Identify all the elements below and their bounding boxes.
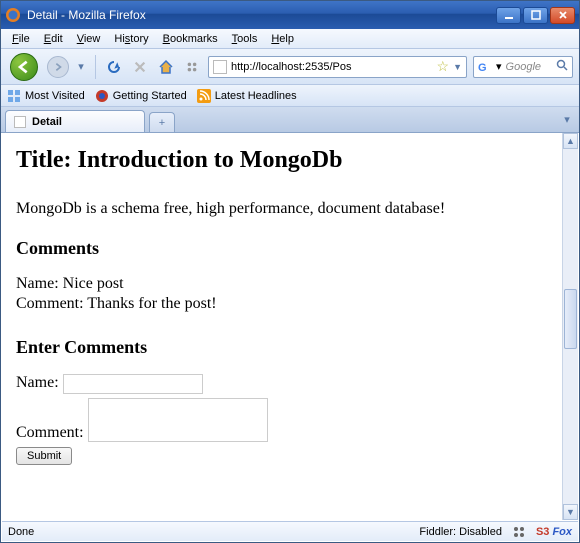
page-content: Title: Introduction to MongoDb MongoDb i…	[2, 133, 562, 520]
addon-status-icon[interactable]	[512, 525, 526, 539]
menu-help[interactable]: Help	[264, 31, 301, 47]
menu-edit[interactable]: Edit	[37, 31, 70, 47]
history-dropdown-icon[interactable]: ▾	[75, 56, 87, 78]
s3fox-fox: Fox	[552, 526, 572, 538]
google-icon: G	[478, 60, 492, 74]
status-text: Done	[8, 526, 409, 538]
fiddler-status[interactable]: Fiddler: Disabled	[419, 526, 502, 538]
comment-text-value: Thanks for the post!	[87, 295, 216, 312]
bookmark-label: Most Visited	[25, 90, 85, 102]
comment-text-row: Comment: Thanks for the post!	[16, 295, 548, 313]
comment-input[interactable]	[88, 398, 268, 442]
comments-heading: Comments	[16, 238, 548, 259]
form-comment-row: Comment:	[16, 398, 548, 442]
new-tab-button[interactable]: +	[149, 112, 175, 132]
home-button[interactable]	[156, 57, 176, 77]
toolbar-separator	[95, 55, 96, 79]
menu-file[interactable]: File	[5, 31, 37, 47]
bookmark-label: Latest Headlines	[215, 90, 297, 102]
tab-label: Detail	[32, 116, 62, 128]
menu-history[interactable]: History	[107, 31, 155, 47]
name-input[interactable]	[63, 374, 203, 394]
page-body: MongoDb is a schema free, high performan…	[16, 200, 548, 218]
search-icon[interactable]	[556, 59, 568, 74]
svg-text:G: G	[478, 62, 487, 74]
scroll-down-button[interactable]: ▼	[563, 504, 578, 520]
minimize-button[interactable]	[496, 7, 521, 24]
comment-name-value: Nice post	[63, 275, 124, 292]
navigation-toolbar: ▾ http://localhost:2535/Pos ☆ ▼ G ▾ Goog…	[1, 49, 579, 85]
bookmark-most-visited[interactable]: Most Visited	[7, 89, 85, 103]
most-visited-icon	[7, 89, 21, 103]
menu-tools[interactable]: Tools	[225, 31, 265, 47]
url-text: http://localhost:2535/Pos	[231, 61, 433, 73]
bookmark-latest-headlines[interactable]: Latest Headlines	[197, 89, 297, 103]
url-bar[interactable]: http://localhost:2535/Pos ☆ ▼	[208, 56, 467, 78]
tab-strip: Detail + ▾	[1, 107, 579, 133]
maximize-button[interactable]	[523, 7, 548, 24]
getting-started-icon	[95, 89, 109, 103]
reload-button[interactable]	[104, 57, 124, 77]
tab-active[interactable]: Detail	[5, 110, 145, 132]
page-title: Title: Introduction to MongoDb	[16, 147, 548, 174]
vertical-scrollbar[interactable]: ▲ ▼	[562, 133, 578, 520]
s3fox-s3: S3	[536, 526, 549, 538]
form-name-label: Name:	[16, 374, 59, 392]
rss-icon	[197, 89, 211, 103]
forward-button[interactable]	[47, 56, 69, 78]
comment-name-label: Name:	[16, 275, 59, 292]
bookmark-star-icon[interactable]: ☆	[437, 58, 450, 75]
stop-button[interactable]	[130, 57, 150, 77]
back-button[interactable]	[7, 52, 41, 82]
browser-viewport: Title: Introduction to MongoDb MongoDb i…	[2, 133, 578, 520]
submit-button[interactable]: Submit	[16, 447, 72, 465]
s3fox-status[interactable]: S3Fox	[536, 526, 572, 538]
tab-page-icon	[14, 116, 26, 128]
addon-icon[interactable]	[182, 57, 202, 77]
page-icon	[213, 60, 227, 74]
status-bar: Done Fiddler: Disabled S3Fox	[2, 521, 578, 541]
bookmark-getting-started[interactable]: Getting Started	[95, 89, 187, 103]
window-titlebar: Detail - Mozilla Firefox	[1, 1, 579, 29]
comment-name-row: Name: Nice post	[16, 275, 548, 293]
bookmark-label: Getting Started	[113, 90, 187, 102]
search-engine-dropdown-icon[interactable]: ▾	[496, 60, 502, 73]
firefox-icon	[5, 7, 21, 23]
search-placeholder: Google	[506, 61, 552, 73]
form-heading: Enter Comments	[16, 337, 548, 358]
scroll-up-button[interactable]: ▲	[563, 133, 578, 149]
close-button[interactable]	[550, 7, 575, 24]
menu-bar: File Edit View History Bookmarks Tools H…	[1, 29, 579, 49]
form-name-row: Name:	[16, 374, 548, 394]
comment-text-label: Comment:	[16, 295, 84, 312]
form-comment-label: Comment:	[16, 424, 84, 442]
menu-bookmarks[interactable]: Bookmarks	[156, 31, 225, 47]
bookmarks-toolbar: Most Visited Getting Started Latest Head…	[1, 85, 579, 107]
window-title: Detail - Mozilla Firefox	[27, 8, 496, 22]
menu-view[interactable]: View	[70, 31, 108, 47]
tab-list-dropdown-icon[interactable]: ▾	[559, 111, 575, 127]
url-dropdown-icon[interactable]: ▼	[453, 62, 462, 72]
scroll-thumb[interactable]	[564, 289, 577, 349]
search-bar[interactable]: G ▾ Google	[473, 56, 573, 78]
scroll-track[interactable]	[563, 149, 578, 504]
